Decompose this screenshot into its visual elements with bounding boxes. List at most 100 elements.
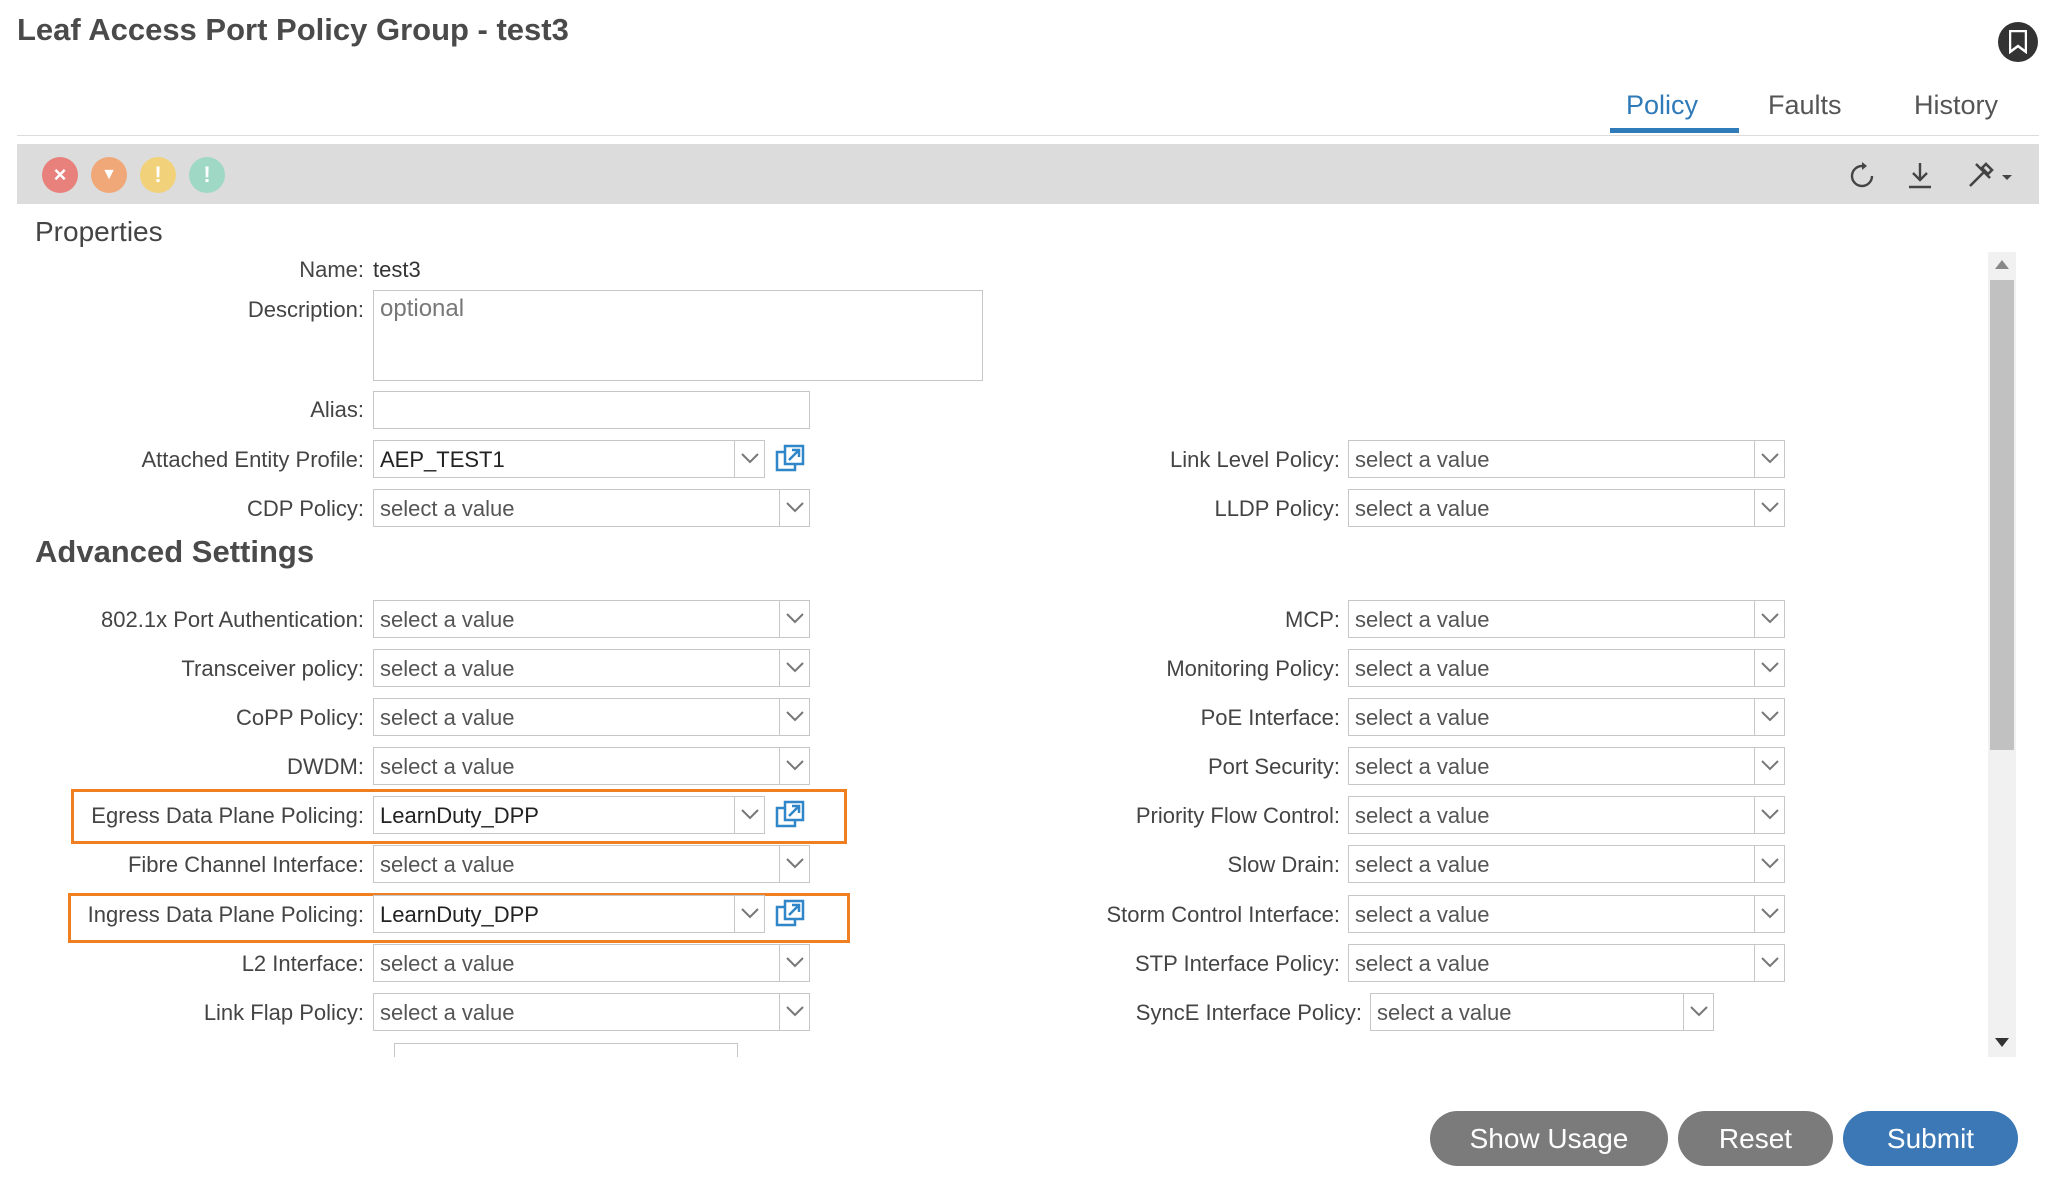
link-level-select[interactable]: select a value — [1348, 440, 1785, 478]
cdp-select[interactable]: select a value — [373, 489, 810, 527]
submit-button[interactable]: Submit — [1843, 1111, 2018, 1166]
refresh-icon[interactable] — [1848, 162, 1876, 195]
chevron-down-icon[interactable] — [779, 994, 809, 1030]
chevron-down-icon[interactable] — [1754, 797, 1784, 833]
open-link-icon[interactable] — [775, 800, 805, 830]
reset-button[interactable]: Reset — [1678, 1111, 1833, 1166]
lldp-select[interactable]: select a value — [1348, 489, 1785, 527]
mcp-value: select a value — [1355, 607, 1490, 632]
chevron-down-icon[interactable] — [734, 441, 764, 477]
scroll-down-icon[interactable] — [1995, 1038, 2009, 1047]
dot1x-value: select a value — [380, 607, 515, 632]
open-link-icon[interactable] — [775, 899, 805, 929]
warning-fault-icon[interactable]: ! — [189, 157, 225, 193]
port-security-label: Port Security: — [1207, 754, 1340, 779]
aep-label: Attached Entity Profile: — [141, 447, 364, 472]
copp-value: select a value — [380, 705, 515, 730]
monitoring-select[interactable]: select a value — [1348, 649, 1785, 687]
link-flap-select[interactable]: select a value — [373, 993, 810, 1031]
chevron-down-icon[interactable] — [1754, 699, 1784, 735]
copp-select[interactable]: select a value — [373, 698, 810, 736]
slow-drain-select[interactable]: select a value — [1348, 845, 1785, 883]
dwdm-select[interactable]: select a value — [373, 747, 810, 785]
poe-select[interactable]: select a value — [1348, 698, 1785, 736]
tabs-divider — [17, 135, 2039, 136]
chevron-down-icon[interactable] — [779, 601, 809, 637]
storm-control-select[interactable]: select a value — [1348, 895, 1785, 933]
dwdm-label: DWDM: — [287, 754, 364, 779]
name-value: test3 — [373, 257, 421, 282]
dot1x-label: 802.1x Port Authentication: — [101, 607, 364, 632]
chevron-down-icon[interactable] — [779, 490, 809, 526]
dwdm-value: select a value — [380, 754, 515, 779]
synce-select[interactable]: select a value — [1370, 993, 1714, 1031]
synce-value: select a value — [1377, 1000, 1512, 1025]
transceiver-label: Transceiver policy: — [181, 656, 364, 681]
tab-faults[interactable]: Faults — [1768, 90, 1842, 121]
open-link-icon[interactable] — [775, 444, 805, 474]
chevron-down-icon[interactable] — [1754, 846, 1784, 882]
mcp-select[interactable]: select a value — [1348, 600, 1785, 638]
fibre-channel-select[interactable]: select a value — [373, 845, 810, 883]
critical-fault-icon[interactable]: × — [42, 157, 78, 193]
cdp-label: CDP Policy: — [247, 496, 364, 521]
chevron-down-icon[interactable] — [1754, 601, 1784, 637]
chevron-down-icon[interactable] — [1754, 748, 1784, 784]
transceiver-select[interactable]: select a value — [373, 649, 810, 687]
chevron-down-icon[interactable] — [779, 945, 809, 981]
pfc-value: select a value — [1355, 803, 1490, 828]
chevron-down-icon[interactable] — [779, 748, 809, 784]
download-icon[interactable] — [1906, 160, 1934, 195]
chevron-down-icon[interactable] — [734, 896, 764, 932]
chevron-down-icon[interactable] — [1754, 650, 1784, 686]
port-security-select[interactable]: select a value — [1348, 747, 1785, 785]
slow-drain-label: Slow Drain: — [1227, 852, 1340, 877]
description-field[interactable]: optional — [373, 290, 983, 381]
chevron-down-icon[interactable] — [1754, 945, 1784, 981]
link-level-value: select a value — [1355, 447, 1490, 472]
chevron-down-icon[interactable] — [1754, 896, 1784, 932]
scroll-up-icon[interactable] — [1995, 260, 2009, 269]
chevron-down-icon[interactable] — [779, 699, 809, 735]
egress-dpp-label: Egress Data Plane Policing: — [91, 803, 364, 828]
dot1x-select[interactable]: select a value — [373, 600, 810, 638]
tools-menu-icon[interactable] — [1966, 160, 2014, 195]
l2-interface-value: select a value — [380, 951, 515, 976]
monitoring-label: Monitoring Policy: — [1166, 656, 1340, 681]
poe-label: PoE Interface: — [1200, 705, 1340, 730]
tab-history[interactable]: History — [1914, 90, 1998, 121]
major-fault-icon[interactable]: ▼ — [91, 157, 127, 193]
chevron-down-icon[interactable] — [1754, 490, 1784, 526]
l2-interface-select[interactable]: select a value — [373, 944, 810, 982]
pfc-select[interactable]: select a value — [1348, 796, 1785, 834]
monitoring-value: select a value — [1355, 656, 1490, 681]
chevron-down-icon[interactable] — [1754, 441, 1784, 477]
bookmark-icon[interactable] — [1998, 22, 2038, 62]
ingress-dpp-label: Ingress Data Plane Policing: — [87, 902, 364, 927]
clipped-row-select[interactable] — [394, 1043, 738, 1057]
chevron-down-icon[interactable] — [779, 846, 809, 882]
port-security-value: select a value — [1355, 754, 1490, 779]
egress-dpp-select[interactable]: LearnDuty_DPP — [373, 796, 765, 834]
alias-field[interactable] — [373, 391, 810, 429]
copp-label: CoPP Policy: — [236, 705, 364, 730]
poe-value: select a value — [1355, 705, 1490, 730]
aep-select[interactable]: AEP_TEST1 — [373, 440, 765, 478]
page-title: Leaf Access Port Policy Group - test3 — [17, 12, 569, 47]
show-usage-button[interactable]: Show Usage — [1430, 1111, 1668, 1166]
slow-drain-value: select a value — [1355, 852, 1490, 877]
properties-heading: Properties — [35, 216, 163, 247]
chevron-down-icon[interactable] — [1683, 994, 1713, 1030]
minor-fault-icon[interactable]: ! — [140, 157, 176, 193]
chevron-down-icon[interactable] — [734, 797, 764, 833]
advanced-settings-heading: Advanced Settings — [35, 534, 315, 569]
tab-policy[interactable]: Policy — [1626, 90, 1698, 121]
cdp-value: select a value — [380, 496, 515, 521]
chevron-down-icon[interactable] — [779, 650, 809, 686]
stp-select[interactable]: select a value — [1348, 944, 1785, 982]
scrollbar-thumb[interactable] — [1990, 280, 2014, 750]
name-label: Name: — [299, 257, 364, 282]
link-flap-value: select a value — [380, 1000, 515, 1025]
toolbar — [17, 144, 2039, 204]
ingress-dpp-select[interactable]: LearnDuty_DPP — [373, 895, 765, 933]
